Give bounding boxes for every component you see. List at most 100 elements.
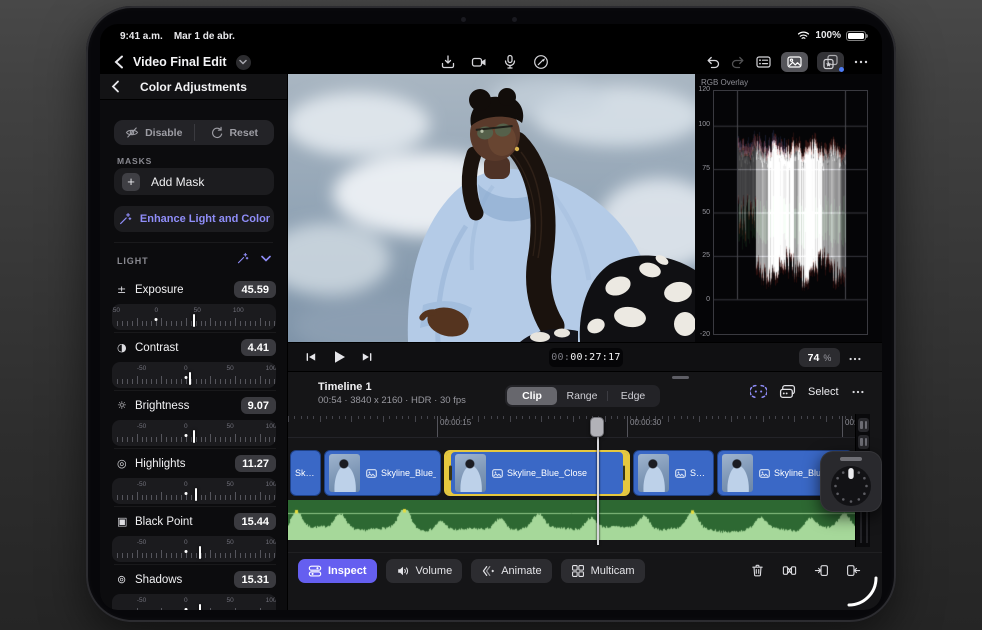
tick-label: -50 <box>112 306 120 314</box>
clip-skyline-blue-close[interactable]: Skyline_Blue_Close <box>444 450 630 496</box>
track-height-button[interactable] <box>858 435 869 449</box>
magnetic-timeline-icon[interactable] <box>750 384 767 399</box>
scope-axis-label: 100 <box>698 121 710 128</box>
rgb-waveform <box>714 91 867 334</box>
select-button[interactable]: Select <box>808 386 839 398</box>
tool-volume[interactable]: Volume <box>385 559 463 583</box>
viewer[interactable] <box>288 74 695 342</box>
enhance-light-color-button[interactable]: Enhance Light and Color <box>114 206 274 232</box>
tool-multicam[interactable]: Multicam <box>560 559 645 583</box>
timecode-display[interactable]: 00: 00:27:17 <box>549 348 623 367</box>
track-height-button[interactable] <box>858 418 869 432</box>
slider-label: Exposure <box>135 283 184 296</box>
browser-icon[interactable] <box>755 54 772 70</box>
slider-value-field[interactable]: 15.31 <box>234 571 276 588</box>
clip-s[interactable]: S… <box>633 450 714 496</box>
jog-dial[interactable] <box>829 464 873 508</box>
viewer-zoom-control[interactable]: 74% <box>799 348 840 367</box>
slider-ruler[interactable]: -50 0 50 100 <box>112 362 276 388</box>
slider-handle[interactable] <box>193 430 195 443</box>
ipad-device: 9:41 a.m. Mar 1 de abr. 100% Video Final… <box>86 6 896 622</box>
tick-label: 100 <box>232 306 244 314</box>
split-icon[interactable] <box>782 563 797 578</box>
slider-label: Black Point <box>135 515 193 528</box>
trim-handle-right[interactable] <box>622 465 625 481</box>
slider-handle[interactable] <box>194 488 197 501</box>
playhead-handle[interactable] <box>590 417 604 437</box>
timeline-resize-handle[interactable] <box>672 376 689 379</box>
clip-thumbnail <box>455 454 486 492</box>
timeline-name: Timeline 1 <box>318 381 372 393</box>
tool-inspect[interactable]: Inspect <box>298 559 377 583</box>
reset-button[interactable]: Reset <box>195 120 275 145</box>
mode-edge[interactable]: Edge <box>608 387 658 405</box>
slider-value-field[interactable]: 9.07 <box>240 397 276 414</box>
scope-axis-label: -20 <box>699 331 710 338</box>
media-library-button[interactable] <box>781 52 808 72</box>
slider-value-field[interactable]: 15.44 <box>234 513 276 530</box>
slider-handle[interactable] <box>193 314 195 327</box>
scope-axis-label: 75 <box>702 164 710 172</box>
animate-icon <box>481 564 495 578</box>
trash-icon[interactable] <box>750 563 765 578</box>
clip-thumbnail <box>722 454 753 492</box>
zoom-unit: % <box>823 352 832 363</box>
eye-off-icon <box>125 127 139 138</box>
auto-enhance-icon[interactable] <box>236 252 249 265</box>
project-title[interactable]: Video Final Edit <box>133 55 227 69</box>
more-icon[interactable] <box>853 54 869 70</box>
skip-to-end-icon[interactable] <box>360 350 374 364</box>
overwrite-mode-icon[interactable] <box>779 384 796 399</box>
skip-to-start-icon[interactable] <box>304 350 318 364</box>
collapse-chevron-icon[interactable] <box>261 255 271 262</box>
pencil-circle-icon[interactable] <box>533 54 549 70</box>
slider-black-point: ▣ Black Point 15.44 -50 0 50 100 <box>100 506 287 566</box>
redo-icon[interactable] <box>730 54 746 70</box>
insert-left-icon[interactable] <box>814 563 829 578</box>
slider-ruler[interactable]: -50 0 50 100 <box>112 420 276 446</box>
tool-animate[interactable]: Animate <box>471 559 552 583</box>
audio-track[interactable] <box>288 500 855 540</box>
audio-waveform <box>288 500 855 540</box>
timeline-more-icon[interactable] <box>851 385 865 399</box>
slider-handle[interactable] <box>198 546 201 559</box>
slider-ruler[interactable]: -50 0 50 100 <box>112 478 276 504</box>
play-icon[interactable] <box>331 349 347 365</box>
clock: 9:41 a.m. <box>120 31 163 42</box>
panel-title: Color Adjustments <box>140 80 247 94</box>
project-menu-button[interactable] <box>235 54 251 70</box>
mode-clip[interactable]: Clip <box>507 387 557 405</box>
slider-ruler[interactable]: -50 0 50 100 <box>112 304 276 330</box>
divider <box>114 242 273 243</box>
slider-ruler[interactable]: -50 0 50 100 <box>112 536 276 562</box>
multicam-icon <box>571 564 585 578</box>
effects-button[interactable] <box>817 52 844 72</box>
clip-skyline-blue-wide[interactable]: Skyline_Blue_Wide <box>324 450 441 496</box>
jog-drag-handle[interactable] <box>840 457 862 461</box>
viewer-more-icon[interactable] <box>848 352 862 366</box>
timeline-ruler[interactable]: 00:00:15 00:00:30 00:00:45 <box>288 414 855 438</box>
slider-value-field[interactable]: 4.41 <box>240 339 276 356</box>
reset-label: Reset <box>229 126 259 139</box>
clip-thumbnail <box>329 454 360 492</box>
record-audio-icon[interactable] <box>502 54 518 70</box>
tick-label: -50 <box>136 538 147 546</box>
slider-handle[interactable] <box>198 604 201 610</box>
slider-value-field[interactable]: 11.27 <box>235 455 276 472</box>
import-media-icon[interactable] <box>440 54 456 70</box>
mode-range[interactable]: Range <box>557 387 607 405</box>
add-mask-button[interactable]: + Add Mask <box>114 168 274 195</box>
slider-handle[interactable] <box>188 372 191 385</box>
slider-value-field[interactable]: 45.59 <box>234 281 276 298</box>
trim-handle-left[interactable] <box>449 465 452 481</box>
disable-button[interactable]: Disable <box>114 120 194 145</box>
undo-icon[interactable] <box>705 54 721 70</box>
photo-icon <box>366 468 377 478</box>
slider-ruler[interactable]: -50 0 50 100 <box>112 594 276 610</box>
ruler-timecode-label: 00:00:30 <box>630 418 662 427</box>
jog-wheel-panel[interactable] <box>820 451 882 512</box>
record-video-icon[interactable] <box>471 54 487 70</box>
reset-icon <box>212 126 223 138</box>
clip-sk[interactable]: Sk… <box>290 450 321 496</box>
back-icon[interactable] <box>114 55 124 69</box>
